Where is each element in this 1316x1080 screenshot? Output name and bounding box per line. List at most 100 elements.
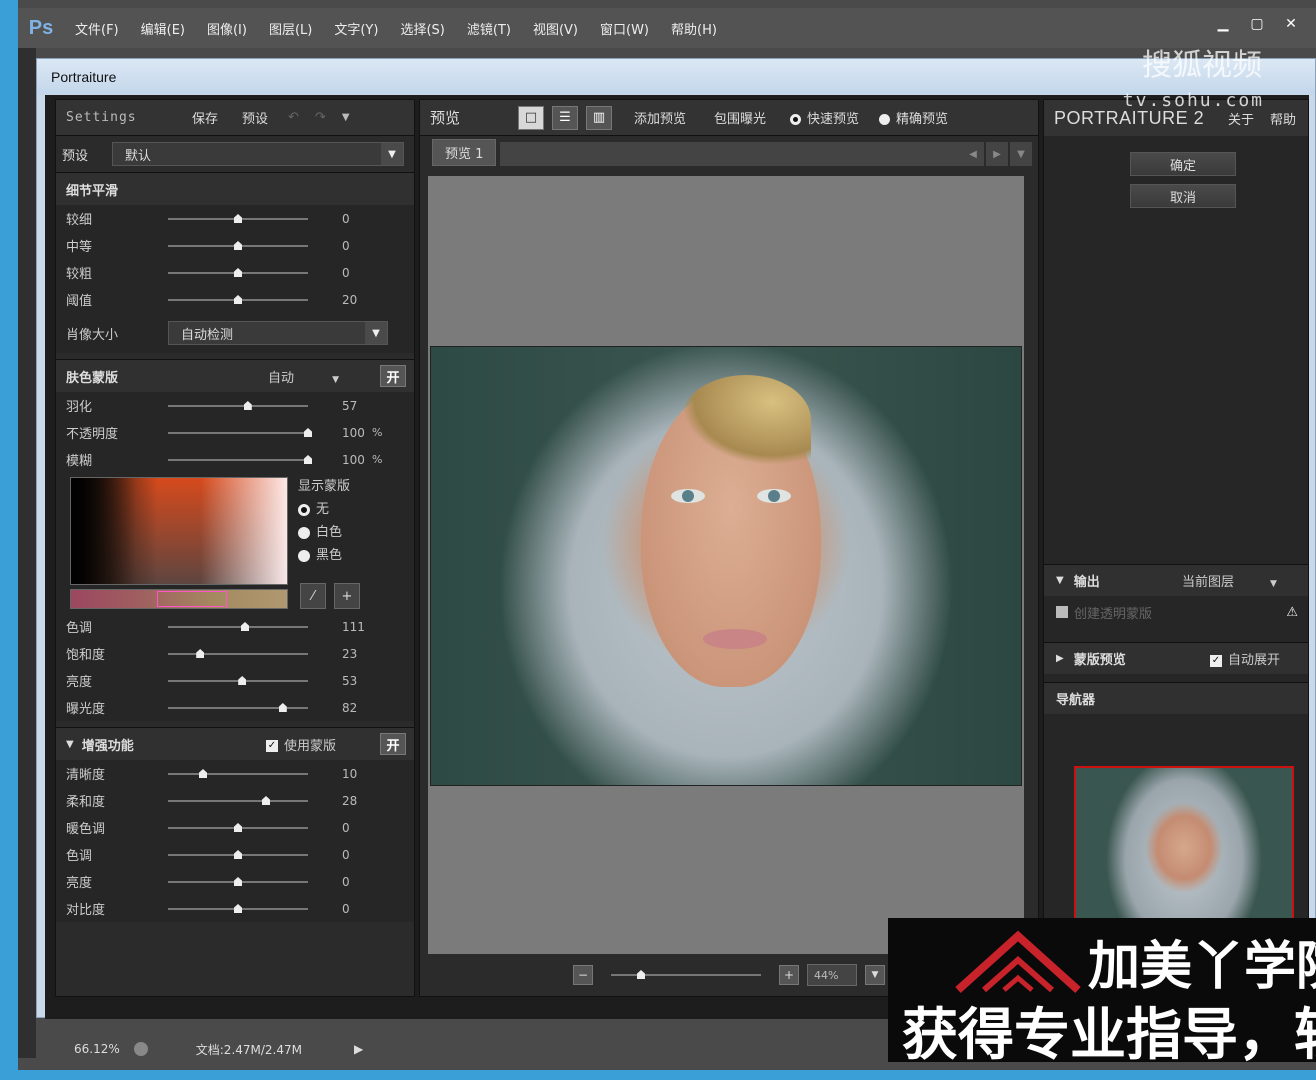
menu-select[interactable]: 选择(S): [389, 19, 455, 38]
use-mask-label: 使用蒙版: [284, 738, 337, 754]
menu-arrow-icon[interactable]: ▼: [334, 112, 358, 123]
menu-file[interactable]: 文件(F): [64, 19, 130, 38]
chevron-right-icon[interactable]: ▶: [986, 142, 1008, 166]
cancel-button[interactable]: 取消: [1130, 184, 1236, 208]
skin-mode-dropdown[interactable]: 自动 ▼: [268, 367, 339, 386]
add-preview-button[interactable]: 添加预览: [620, 108, 700, 127]
slider-track[interactable]: [168, 428, 312, 437]
slider-knob[interactable]: [243, 401, 252, 410]
zoom-out-icon[interactable]: −: [573, 965, 593, 985]
slider-track[interactable]: [168, 455, 312, 464]
skin-mask-toggle[interactable]: 开: [380, 365, 406, 387]
minimize-icon[interactable]: ▁: [1206, 12, 1240, 36]
slider-knob[interactable]: [304, 455, 312, 464]
undo-icon[interactable]: ↶: [280, 110, 307, 125]
mask-option-white[interactable]: 白色: [298, 521, 350, 544]
eyedropper-icon[interactable]: ⁄: [300, 583, 326, 609]
slider-track[interactable]: [168, 850, 308, 859]
hue-range-bar[interactable]: [70, 589, 288, 609]
slider-track[interactable]: [168, 703, 308, 712]
collapse-arrow-icon[interactable]: ▼: [1056, 575, 1064, 586]
menu-layer[interactable]: 图层(L): [258, 19, 323, 38]
slider-knob[interactable]: [196, 649, 205, 658]
slider-track[interactable]: [168, 295, 308, 304]
about-button[interactable]: 关于: [1220, 109, 1262, 128]
fast-preview-radio[interactable]: 快速预览: [780, 108, 869, 127]
slider-track[interactable]: [168, 268, 308, 277]
zoom-value[interactable]: 44%: [807, 964, 857, 986]
slider-track[interactable]: [168, 823, 308, 832]
slider-knob[interactable]: [234, 850, 242, 859]
slider-knob[interactable]: [304, 428, 312, 437]
settings-header: Settings 保存 预设 ↶ ↷ ▼: [56, 100, 414, 136]
menu-help[interactable]: 帮助(H): [660, 19, 728, 38]
menu-edit[interactable]: 编辑(E): [130, 19, 196, 38]
chevron-down-icon[interactable]: ▼: [865, 965, 885, 985]
slider-knob[interactable]: [234, 904, 242, 913]
menu-image[interactable]: 图像(I): [196, 19, 258, 38]
slider-track[interactable]: [168, 904, 308, 913]
slider-knob[interactable]: [234, 241, 242, 250]
collapse-arrow-icon[interactable]: ▼: [66, 739, 74, 750]
redo-icon[interactable]: ↷: [307, 110, 334, 125]
slider-track[interactable]: [168, 796, 308, 805]
slider-knob[interactable]: [262, 796, 270, 805]
slider-knob[interactable]: [234, 295, 242, 304]
use-mask-checkbox[interactable]: ✓ 使用蒙版: [266, 735, 336, 754]
slider-knob[interactable]: [234, 214, 242, 223]
slider-label: 羽化: [66, 400, 93, 415]
chevron-left-icon[interactable]: ◀: [962, 142, 984, 166]
slider-track[interactable]: [168, 649, 308, 658]
enhance-toggle[interactable]: 开: [380, 733, 406, 755]
skin-color-picker[interactable]: [70, 477, 288, 585]
portrait-size-dropdown[interactable]: 自动检测 ▼: [168, 321, 388, 345]
zoom-knob[interactable]: [637, 970, 645, 979]
menu-window[interactable]: 窗口(W): [589, 19, 660, 38]
menu-type[interactable]: 文字(Y): [323, 19, 389, 38]
eyedropper-plus-icon[interactable]: +: [334, 583, 360, 609]
mask-option-black[interactable]: 黑色: [298, 544, 350, 567]
save-button[interactable]: 保存: [180, 108, 230, 127]
zoom-slider[interactable]: [611, 970, 761, 979]
slider-knob[interactable]: [199, 769, 207, 778]
mask-option-none[interactable]: 无: [298, 498, 350, 521]
split-vertical-icon[interactable]: ▥: [586, 105, 612, 130]
slider-knob[interactable]: [238, 676, 247, 685]
navigator-thumbnail[interactable]: [1074, 766, 1294, 936]
slider-track[interactable]: [168, 676, 308, 685]
slider-track[interactable]: [168, 214, 308, 223]
slider-knob[interactable]: [234, 823, 242, 832]
status-info-icon[interactable]: [133, 1042, 148, 1056]
slider-knob[interactable]: [241, 622, 249, 631]
slider-track[interactable]: [168, 241, 308, 250]
chevron-down-icon[interactable]: ▼: [1010, 142, 1032, 166]
menu-filter[interactable]: 滤镜(T): [456, 19, 522, 38]
auto-expand-checkbox[interactable]: ✓ 自动展开: [1210, 649, 1280, 668]
preset-dropdown[interactable]: 默认 ▼: [112, 142, 404, 166]
split-horizontal-icon[interactable]: ☰: [552, 105, 578, 130]
slider-track[interactable]: [168, 622, 308, 631]
slider-knob[interactable]: [234, 268, 242, 277]
preview-canvas[interactable]: [428, 176, 1024, 956]
checkbox-icon[interactable]: [1056, 606, 1068, 618]
slider-track[interactable]: [168, 877, 308, 886]
bracket-button[interactable]: 包围曝光: [700, 108, 780, 127]
menu-view[interactable]: 视图(V): [522, 19, 589, 38]
zoom-in-icon[interactable]: +: [779, 965, 799, 985]
output-dropdown[interactable]: 当前图层 ▼: [1182, 571, 1277, 590]
tab-preview-1[interactable]: 预览 1: [432, 138, 497, 166]
help-button[interactable]: 帮助: [1262, 109, 1304, 128]
maximize-icon[interactable]: ▢: [1240, 12, 1274, 36]
slider-track[interactable]: [168, 769, 308, 778]
slider-knob[interactable]: [278, 703, 287, 712]
hue-range-selector[interactable]: [157, 591, 227, 607]
slider-track[interactable]: [168, 401, 308, 410]
close-icon[interactable]: ✕: [1274, 12, 1308, 36]
preset-button[interactable]: 预设: [230, 108, 280, 127]
accurate-preview-radio[interactable]: 精确预览: [869, 108, 958, 127]
expand-arrow-icon[interactable]: ▶: [1056, 653, 1064, 664]
ok-button[interactable]: 确定: [1130, 152, 1236, 176]
status-arrow-icon[interactable]: ▶: [354, 1042, 363, 1056]
single-view-icon[interactable]: □: [518, 105, 544, 130]
slider-knob[interactable]: [234, 877, 242, 886]
